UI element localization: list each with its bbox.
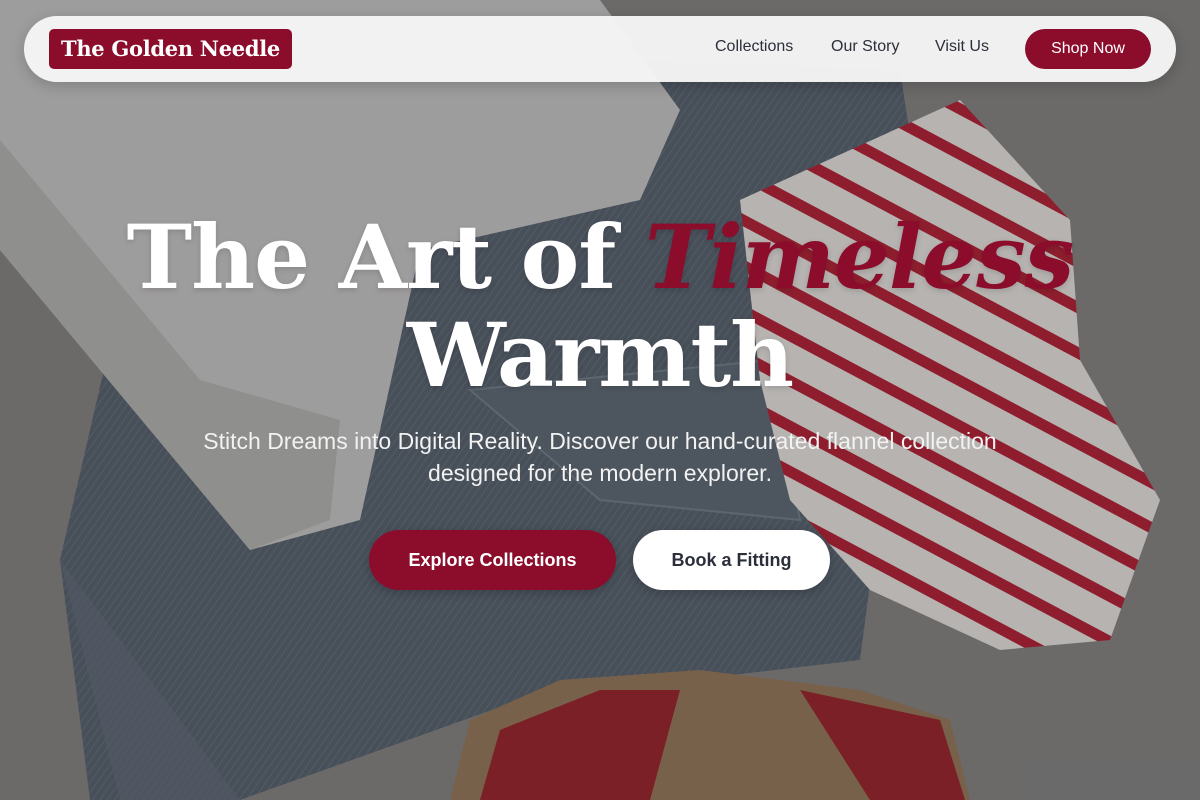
headline-text-start: The Art of xyxy=(126,205,645,309)
book-fitting-button[interactable]: Book a Fitting xyxy=(633,530,830,590)
nav-link-collections[interactable]: Collections xyxy=(715,38,793,56)
top-navbar: The Golden Needle Collections Our Story … xyxy=(24,16,1176,82)
headline-line-two: Warmth xyxy=(406,303,794,407)
headline-accent-word: Timeless xyxy=(644,205,1075,309)
nav-link-visit-us[interactable]: Visit Us xyxy=(935,38,989,56)
hero-headline: The Art of Timeless Warmth xyxy=(0,208,1200,404)
nav-link-our-story[interactable]: Our Story xyxy=(831,38,899,56)
brand-logo[interactable]: The Golden Needle xyxy=(49,29,292,69)
hero-subtitle: Stitch Dreams into Digital Reality. Disc… xyxy=(203,428,997,486)
shop-now-button[interactable]: Shop Now xyxy=(1025,29,1151,69)
explore-collections-button[interactable]: Explore Collections xyxy=(369,530,616,590)
